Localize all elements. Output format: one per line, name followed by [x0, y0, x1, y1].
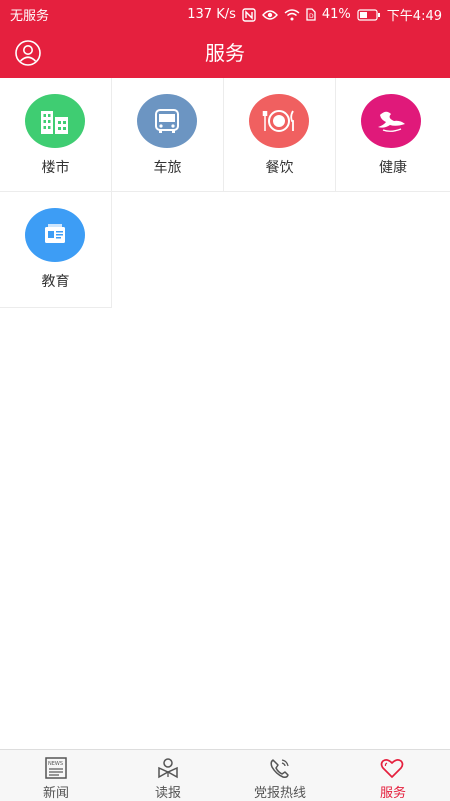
nfc-icon: [242, 7, 256, 22]
newspaper-icon: NEWS: [45, 757, 67, 779]
phone-hotline-icon: [270, 759, 289, 778]
reader-icon: [158, 758, 178, 779]
page-title: 服务: [205, 41, 245, 65]
tab-news[interactable]: NEWS 新闻: [0, 750, 112, 801]
service-item-dining[interactable]: 餐饮: [224, 78, 336, 192]
tab-label: 服务: [379, 786, 406, 801]
tab-services[interactable]: 服务: [336, 750, 450, 801]
service-item-housing[interactable]: 楼市: [0, 78, 112, 192]
service-label: 餐饮: [265, 160, 294, 176]
svg-text:D: D: [309, 13, 314, 20]
tab-reader[interactable]: 读报: [112, 750, 224, 801]
svg-text:NEWS: NEWS: [48, 761, 63, 767]
eye-icon: [261, 9, 278, 21]
service-label: 车旅: [153, 160, 182, 176]
tab-hotline[interactable]: 党报热线: [224, 750, 336, 801]
service-label: 健康: [379, 160, 407, 176]
education-card-icon: [25, 208, 85, 262]
dining-plate-icon: [249, 94, 309, 148]
bottom-tab-bar: NEWS 新闻 读报 党报热线 服务: [0, 749, 450, 801]
heart-icon: [380, 759, 404, 778]
app-header: 服务: [0, 28, 450, 78]
clock-time: 下午4:49: [386, 9, 442, 24]
tab-label: 新闻: [42, 786, 69, 801]
battery-icon: [357, 8, 381, 21]
service-item-education[interactable]: 教育: [0, 192, 112, 308]
buildings-icon: [25, 94, 85, 148]
service-label: 楼市: [41, 160, 70, 176]
service-label: 教育: [41, 274, 70, 290]
wifi-icon: [284, 8, 300, 21]
carrier-text: 无服务: [10, 9, 50, 24]
tab-label: 党报热线: [253, 786, 306, 801]
service-item-travel[interactable]: 车旅: [112, 78, 224, 192]
sim-icon: D: [306, 8, 316, 21]
bus-icon: [137, 94, 197, 148]
service-item-health[interactable]: 健康: [336, 78, 450, 192]
status-bar: 无服务 137 K/s D 41% 下午4:49: [0, 0, 450, 28]
health-bird-icon: [361, 94, 421, 148]
battery-percent: 41%: [321, 7, 351, 22]
network-speed: 137 K/s: [187, 7, 236, 22]
tab-label: 读报: [154, 786, 181, 801]
